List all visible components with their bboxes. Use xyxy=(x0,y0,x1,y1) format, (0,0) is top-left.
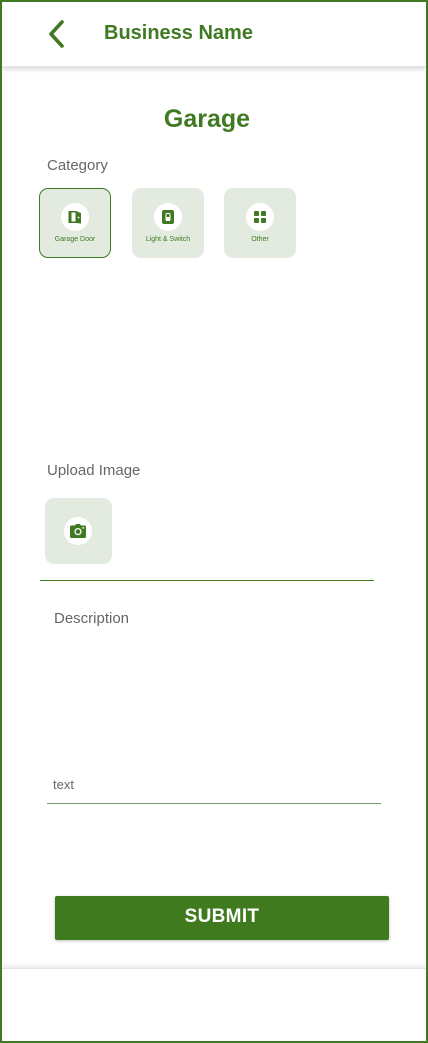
grid-icon xyxy=(254,211,266,223)
upload-label: Upload Image xyxy=(47,462,141,479)
category-other[interactable]: Other xyxy=(224,188,296,258)
app-frame: Business Name Garage Category Garage Doo… xyxy=(0,0,428,1043)
category-label-text: Garage Door xyxy=(54,236,96,243)
category-garage-door[interactable]: Garage Door xyxy=(39,188,111,258)
category-icon-circle xyxy=(61,203,89,231)
back-button[interactable] xyxy=(40,16,74,52)
description-input[interactable] xyxy=(47,766,381,802)
chevron-left-icon xyxy=(49,20,64,48)
description-underline xyxy=(47,803,381,804)
category-label-text: Light & Switch xyxy=(145,236,191,243)
page-title: Garage xyxy=(163,105,251,133)
description-label: Description xyxy=(54,610,130,627)
camera-icon xyxy=(70,524,86,538)
category-label: Category xyxy=(47,157,108,174)
door-icon xyxy=(68,211,81,224)
submit-button[interactable]: SUBMIT xyxy=(55,896,389,940)
header-title: Business Name xyxy=(104,22,253,44)
category-light-switch[interactable]: Light & Switch xyxy=(132,188,204,258)
bottom-bar xyxy=(2,968,426,1041)
upload-divider xyxy=(40,580,374,581)
upload-icon-circle xyxy=(64,517,92,545)
category-icon-circle xyxy=(154,203,182,231)
category-icon-circle xyxy=(246,203,274,231)
switch-icon xyxy=(162,210,174,224)
upload-image-button[interactable] xyxy=(45,498,112,564)
category-label-text: Other xyxy=(251,236,269,243)
app-header: Business Name xyxy=(2,2,426,67)
